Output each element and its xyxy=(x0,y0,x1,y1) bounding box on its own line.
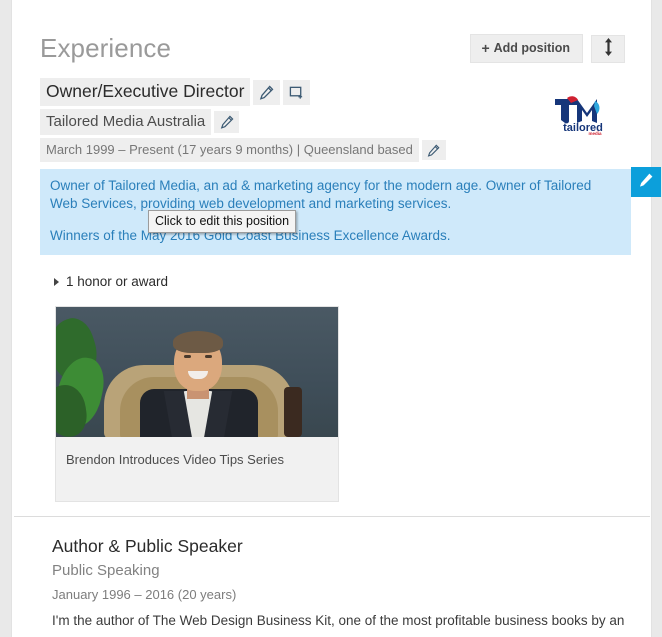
header-actions: + Add position xyxy=(470,34,625,63)
honors-disclosure[interactable]: 1 honor or award xyxy=(54,274,168,289)
pencil-icon[interactable] xyxy=(214,111,240,133)
experience-header: Experience + Add position xyxy=(12,0,651,78)
edit-position-button[interactable] xyxy=(631,167,661,197)
position-company: Public Speaking xyxy=(52,562,160,579)
position-dates: January 1996 – 2016 (20 years) xyxy=(52,587,237,602)
pencil-icon[interactable] xyxy=(421,140,446,160)
plus-icon: + xyxy=(481,40,490,56)
position-entry-1[interactable]: tailored media Owner/Executive Director xyxy=(12,78,661,502)
add-position-button[interactable]: + Add position xyxy=(470,34,583,63)
honors-label: 1 honor or award xyxy=(66,274,169,289)
page-title: Experience xyxy=(40,33,172,63)
pencil-icon xyxy=(638,172,654,193)
up-down-arrows-icon xyxy=(603,38,614,59)
position-company[interactable]: Tailored Media Australia xyxy=(40,109,212,135)
media-caption: Brendon Introduces Video Tips Series xyxy=(66,452,285,467)
add-position-label: Add position xyxy=(493,41,570,55)
pencil-icon[interactable] xyxy=(253,79,281,105)
chevron-right-icon xyxy=(54,277,59,286)
svg-text:media: media xyxy=(588,131,602,135)
tooltip: Click to edit this position xyxy=(148,210,297,233)
experience-card: Experience + Add position tailored media… xyxy=(11,0,661,637)
video-thumbnail[interactable] xyxy=(56,307,338,437)
position-title: Author & Public Speaker xyxy=(52,536,243,556)
position-dates-row: March 1999 – Present (17 years 9 months)… xyxy=(40,138,651,162)
company-logo: tailored media xyxy=(551,89,615,136)
position-dates[interactable]: March 1999 – Present (17 years 9 months)… xyxy=(40,138,419,162)
position-description-block[interactable]: Owner of Tailored Media, an ad & marketi… xyxy=(40,167,661,255)
section-divider xyxy=(14,516,650,517)
position-description-paragraph-2: Winners of the May 2016 Gold Coast Busin… xyxy=(50,228,451,243)
position-title[interactable]: Owner/Executive Director xyxy=(40,78,251,106)
page-background: Experience + Add position tailored media… xyxy=(0,0,662,637)
position-entry-2[interactable]: Author & Public Speaker Public Speaking … xyxy=(12,534,651,630)
position-description: I'm the author of The Web Design Busines… xyxy=(52,613,625,628)
reorder-positions-button[interactable] xyxy=(591,34,625,63)
media-card[interactable]: Brendon Introduces Video Tips Series xyxy=(55,306,339,502)
position-description-paragraph-1: Owner of Tailored Media, an ad & marketi… xyxy=(50,178,592,211)
add-media-frame-icon[interactable] xyxy=(283,79,311,105)
